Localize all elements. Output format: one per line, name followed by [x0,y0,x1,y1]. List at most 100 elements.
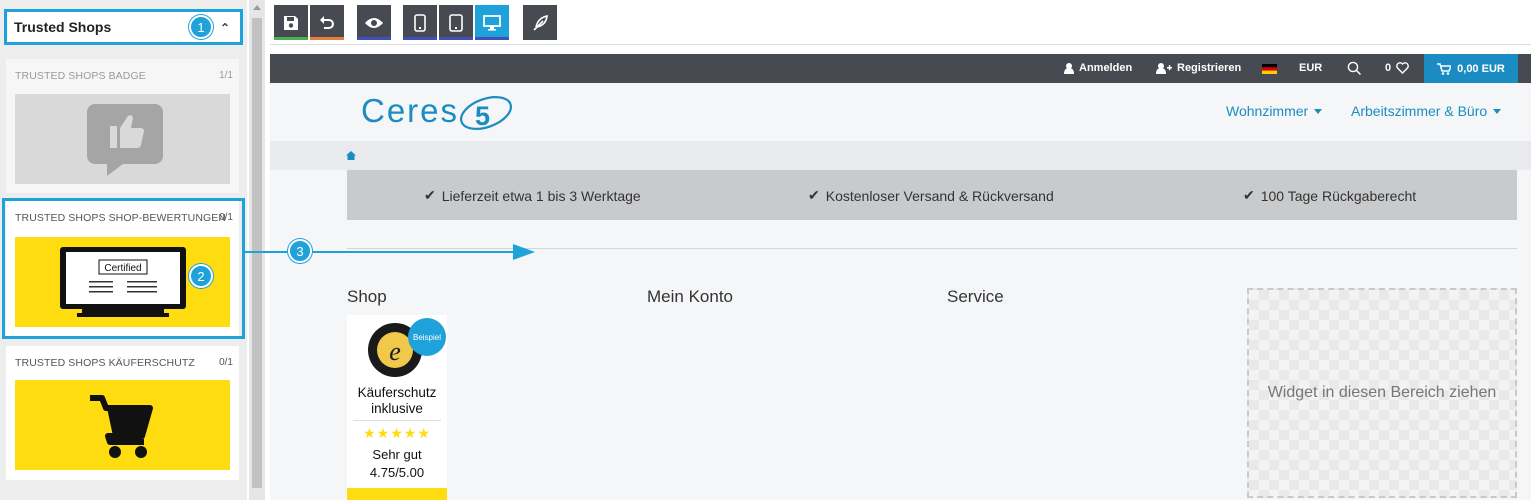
usp-text: Kostenloser Versand & Rückversand [825,187,1054,204]
widget-thumbnail [15,94,230,184]
example-ribbon: Beispiel [413,333,441,342]
star-rating-icon: ★★★★★ [363,425,431,441]
desktop-icon [483,14,501,31]
nav-item-wohnzimmer[interactable]: Wohnzimmer [1226,103,1323,119]
mobile-view-button[interactable] [403,5,437,40]
sidebar-scrollbar[interactable] [249,0,265,500]
cart-button[interactable]: 0,00 EUR [1424,54,1518,83]
register-label: Registrieren [1177,62,1242,74]
mobile-icon [414,13,426,32]
check-icon: ✔ [424,187,436,203]
widget-trusted-shops-buyer-protection[interactable]: TRUSTED SHOPS KÄUFERSCHUTZ 0/1 [6,346,239,480]
ceres-logo[interactable]: Ceres 5 [361,90,521,139]
nav-item-arbeitszimmer[interactable]: Arbeitszimmer & Büro [1351,103,1502,119]
styling-button[interactable] [523,5,557,40]
language-flag[interactable] [1262,64,1277,74]
widget-count: 1/1 [219,70,233,81]
annotation-arrow [245,251,520,253]
annotation-marker-3: 3 [288,239,312,263]
ceres-logo-image: Ceres 5 [361,92,512,131]
usp-text: 100 Tage Rückgaberecht [1260,187,1417,204]
annotation-marker-2: 2 [189,264,213,288]
drop-zone-label: Widget in diesen Bereich ziehen [1267,384,1497,401]
button-indicator [310,37,344,40]
currency-label: EUR [1299,62,1323,74]
check-icon: ✔ [808,187,820,203]
home-icon[interactable] [346,151,356,160]
feather-icon [533,14,548,31]
login-link[interactable]: Anmelden [1064,62,1132,74]
widget-count: 0/1 [219,357,233,368]
caret-down-icon [1493,109,1502,114]
chevron-up-icon[interactable]: ⌃ [220,21,230,35]
widget-trusted-shops-badge[interactable]: TRUSTED SHOPS BADGE 1/1 [6,59,239,193]
buyer-protection-text: Käuferschutz inklusive [357,385,437,416]
footer-title-service: Service [947,287,1004,306]
trusted-shops-badge[interactable]: e Beispiel Käuferschutz inklusive ★★★★★ S… [347,315,447,500]
preview-eye-icon [365,17,383,28]
search-button[interactable] [1347,61,1361,75]
badge-footer-bar [347,488,447,500]
user-icon [1064,62,1074,74]
button-indicator [274,37,308,40]
heart-icon [1396,62,1409,74]
widget-thumbnail [15,380,230,470]
cart-total: 0,00 EUR [1457,62,1505,75]
widget-title: TRUSTED SHOPS BADGE [15,70,146,82]
usp-item: ✔ Lieferzeit etwa 1 bis 3 Werktage [424,187,641,204]
svg-text:e: e [389,337,401,366]
shop-preview: Anmelden Registrieren EUR 0 0,00 EUR Cer… [270,54,1531,500]
undo-button[interactable] [310,5,344,40]
button-indicator [403,37,437,40]
certified-text: Certified [104,263,141,274]
caret-down-icon [1314,109,1323,114]
german-flag-icon [1262,64,1277,74]
usp-text: Lieferzeit etwa 1 bis 3 Werktage [441,187,641,204]
nav-label: Wohnzimmer [1226,103,1309,119]
button-indicator [357,37,391,40]
shopping-cart-icon [90,395,153,458]
footer-title-shop: Shop [347,287,387,306]
widget-count: 0/1 [219,212,233,223]
wishlist-button[interactable]: 0 [1385,62,1409,74]
rating-text: Sehr gut 4.75/5.00 [369,447,425,480]
shop-topbar: Anmelden Registrieren EUR 0 0,00 EUR [270,54,1531,83]
save-button[interactable] [274,5,308,40]
register-link[interactable]: Registrieren [1156,62,1241,74]
nav-label: Arbeitszimmer & Büro [1351,103,1488,119]
widget-drop-zone[interactable]: Widget in diesen Bereich ziehen [1247,288,1517,498]
editor-toolbar [270,0,1531,45]
check-icon: ✔ [1243,187,1255,203]
login-label: Anmelden [1079,62,1133,74]
tablet-icon [449,13,463,32]
user-plus-icon [1156,62,1172,74]
usp-bar: ✔ Lieferzeit etwa 1 bis 3 Werktage ✔ Koste… [347,170,1517,220]
breadcrumb [270,141,1531,170]
undo-icon [320,15,334,29]
button-indicator [475,37,509,40]
usp-item: ✔ Kostenloser Versand & Rückversand [808,187,1054,204]
currency-selector[interactable]: EUR [1299,62,1322,74]
wishlist-count: 0 [1385,62,1392,74]
scroll-up-arrow-icon[interactable] [253,5,261,10]
badge-divider [353,420,441,421]
search-icon [1347,61,1361,75]
widget-sidebar: Trusted Shops ⌃ 1 TRUSTED SHOPS BADGE 1/… [0,0,247,500]
usp-item: ✔ 100 Tage Rückgaberecht [1243,187,1416,204]
footer-title-account: Mein Konto [647,287,733,306]
preview-button[interactable] [357,5,391,40]
annotation-marker-1: 1 [189,15,213,39]
tablet-view-button[interactable] [439,5,473,40]
arrow-head-icon [513,244,535,260]
desktop-view-button[interactable] [475,5,509,40]
widget-title: TRUSTED SHOPS KÄUFERSCHUTZ [15,357,195,369]
save-icon [284,15,298,30]
cart-icon [1437,62,1452,75]
widget-title: TRUSTED SHOPS SHOP-BEWERTUNGEN [15,212,227,224]
scrollbar-thumb[interactable] [252,18,262,488]
trusted-shops-seal-icon: e Beispiel [368,318,446,377]
thumbs-up-speech-icon [87,104,163,176]
logo-number: 5 [475,101,490,131]
shop-header: Ceres 5 Wohnzimmer Arbeitszimmer & Büro [270,83,1531,141]
button-indicator [439,37,473,40]
